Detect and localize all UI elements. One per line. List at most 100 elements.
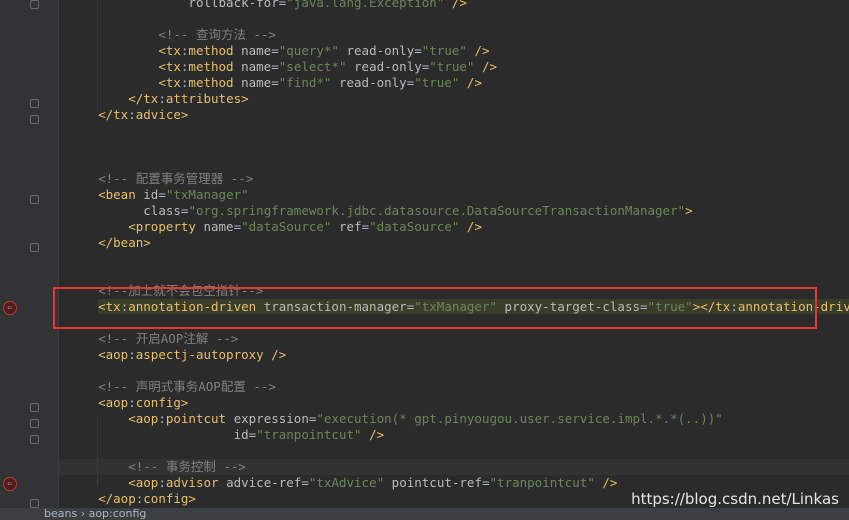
bean-reference-gutter-icon[interactable]: ⇐ [3,477,17,491]
code-token: = [271,75,279,90]
code-line[interactable]: <!-- 开启AOP注解 --> [68,331,238,347]
code-line[interactable]: <aop:pointcut expression="execution(* gp… [68,411,723,427]
code-content: <aop:aspectj-autoproxy /> [98,347,286,362]
fold-marker[interactable] [30,243,39,252]
code-line[interactable]: <property name="dataSource" ref="dataSou… [68,219,482,235]
fold-marker[interactable] [30,499,39,508]
code-content: <!-- 配置事务管理器 --> [98,171,253,186]
code-line[interactable]: <!-- 声明式事务AOP配置 --> [68,379,276,395]
code-content: </aop:config> [98,491,196,506]
code-token: rollback-for [188,0,279,10]
code-token: read-only [354,59,422,74]
code-token: read-only [338,75,407,90]
code-token: name [241,43,272,58]
code-line[interactable]: <aop:aspectj-autoproxy /> [68,347,286,363]
code-token: aspectj-autoproxy [135,347,272,362]
fold-marker[interactable] [30,99,39,108]
code-content: <!-- 声明式事务AOP配置 --> [98,379,276,394]
code-line[interactable]: </aop:config> [68,491,196,507]
code-line[interactable]: <bean id="txManager" [68,187,249,203]
code-content: </bean> [98,235,151,250]
code-token: advice-ref [226,475,302,490]
code-content: <bean id="txManager" [98,187,249,202]
code-token: attributes> [165,91,249,106]
code-token: /> [481,59,498,74]
code-line[interactable]: <tx:method name="select*" read-only="tru… [68,59,497,75]
code-token: advice> [135,107,189,122]
code-line[interactable]: id="tranpointcut" /> [68,427,385,443]
code-token: = [414,43,422,58]
code-line[interactable]: rollback-for="java.lang.Exception" /> [68,0,467,11]
fold-marker[interactable] [30,195,39,204]
breadcrumb[interactable]: beans › aop:config [0,508,849,520]
code-line[interactable]: <tx:method name="find*" read-only="true"… [68,75,482,91]
code-token: = [271,43,279,58]
code-token: "dataSource" [369,219,460,234]
code-line[interactable]: <!-- 配置事务管理器 --> [68,171,253,187]
code-token: class [143,203,181,218]
code-content: <!-- 查询方法 --> [158,27,276,42]
code-token: pointcut [165,411,234,426]
code-token: <tx [158,59,181,74]
fold-marker[interactable] [30,435,39,444]
fold-marker[interactable] [30,115,39,124]
code-token: name [241,59,272,74]
gutter-separator [58,0,59,520]
code-token: "true" [429,59,475,74]
bean-reference-gutter-icon[interactable]: ⇐ [3,301,17,315]
code-token: /> [451,0,467,10]
fold-marker[interactable] [30,0,39,9]
code-token: "dataSource" [241,219,332,234]
highlight-annotation-box [53,287,817,329]
code-line[interactable]: </tx:attributes> [68,91,248,107]
code-line[interactable]: <tx:method name="query*" read-only="true… [68,43,489,59]
code-line[interactable]: <!-- 事务控制 --> [68,459,246,475]
fold-marker[interactable] [30,419,39,428]
code-token: <aop [98,347,129,362]
code-content: class="org.springframework.jdbc.datasour… [143,203,692,218]
code-token: = [233,219,242,234]
code-content: </tx:attributes> [128,91,248,106]
code-line[interactable]: </tx:advice> [68,107,188,123]
code-token: </aop [98,491,136,506]
code-token: <!-- 查询方法 --> [158,27,277,42]
code-token: config> [135,395,189,410]
code-token: "txAdvice" [308,475,385,490]
code-content: </tx:advice> [98,107,188,122]
code-token: config> [143,491,196,506]
code-line[interactable]: <!-- 查询方法 --> [68,27,276,43]
code-token: <!-- 声明式事务AOP配置 --> [98,379,276,394]
code-content: <tx:method name="query*" read-only="true… [158,43,489,58]
code-token: method [188,43,242,58]
code-line[interactable]: <aop:advisor advice-ref="txAdvice" point… [68,475,617,491]
code-content: <!-- 事务控制 --> [128,459,246,474]
code-token: /> [466,75,482,90]
code-line[interactable]: </bean> [68,235,151,251]
code-token: /> [369,427,385,442]
code-content: <aop:config> [98,395,188,410]
gutter [0,0,58,520]
code-content: <!-- 开启AOP注解 --> [98,331,238,346]
code-line[interactable]: class="org.springframework.jdbc.datasour… [68,203,692,219]
code-content: <tx:method name="find*" read-only="true"… [158,75,482,90]
code-token: "true" [421,43,467,58]
code-token: <!-- 配置事务管理器 --> [98,171,254,186]
code-token: = [271,59,279,74]
code-line[interactable]: <aop:config> [68,395,188,411]
fold-marker[interactable] [30,403,39,412]
code-token: ref [338,219,362,234]
code-token: pointcut-ref [391,475,482,490]
